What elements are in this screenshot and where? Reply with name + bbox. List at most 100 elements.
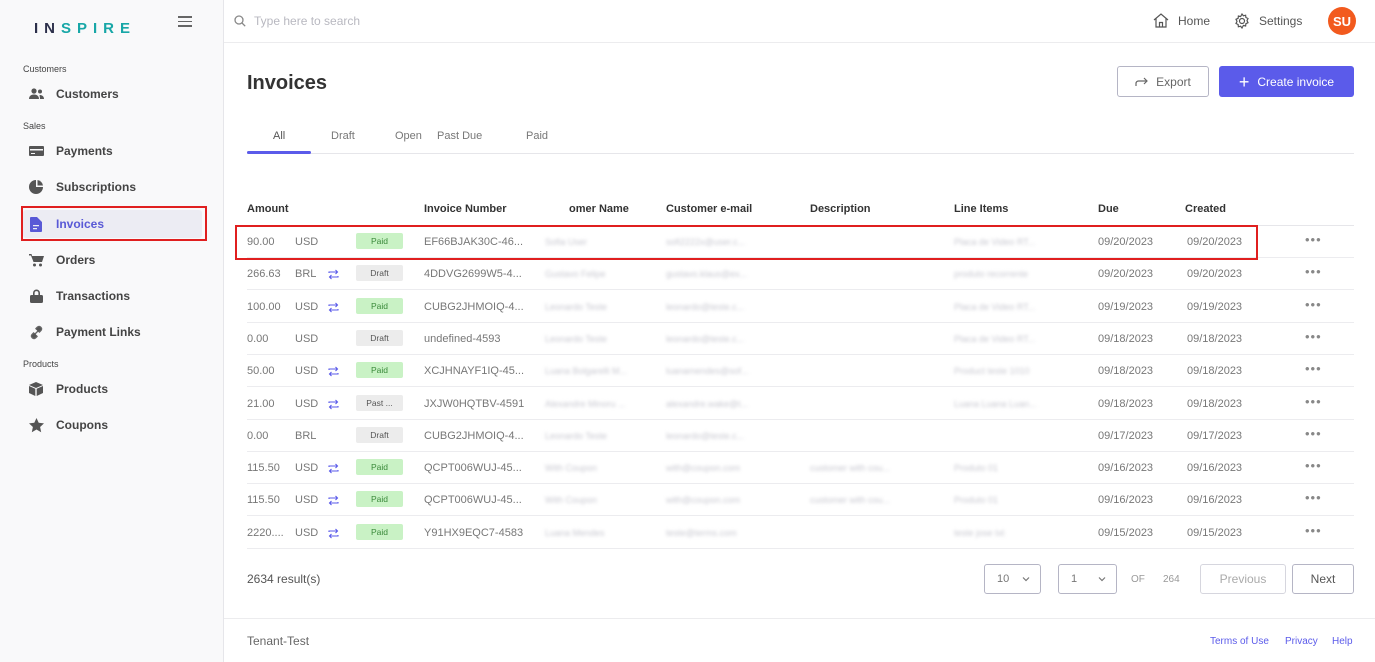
recurring-icon [328, 364, 339, 382]
search-input[interactable] [254, 11, 554, 31]
brand-logo[interactable]: INSPIRE [34, 20, 136, 37]
more-options-icon[interactable]: ••• [1305, 490, 1322, 505]
lock-icon [28, 288, 44, 304]
col-line-items[interactable]: Line Items [954, 203, 1008, 215]
status-badge: Paid [356, 459, 403, 476]
create-invoice-button[interactable]: + Create invoice [1219, 66, 1354, 97]
sidebar-item-payments[interactable]: Payments [23, 137, 202, 165]
results-count: 2634 result(s) [247, 572, 321, 586]
col-created[interactable]: Created [1185, 203, 1226, 215]
more-options-icon[interactable]: ••• [1305, 232, 1322, 247]
sidebar-item-label: Orders [56, 253, 96, 267]
privacy-link[interactable]: Privacy [1285, 636, 1318, 647]
col-customer-name[interactable]: omer Name [569, 203, 629, 215]
more-options-icon[interactable]: ••• [1305, 394, 1322, 409]
invoice-number-cell: Y91HX9EQC7-4583 [424, 526, 524, 539]
recurring-icon [328, 461, 339, 479]
card-icon [28, 143, 44, 159]
invoice-number-cell: JXJW0HQTBV-4591 [424, 397, 525, 410]
previous-button[interactable]: Previous [1200, 564, 1286, 594]
created-date-cell: 09/18/2023 [1187, 397, 1243, 410]
status-badge: Paid [356, 362, 403, 379]
tab-past-due[interactable]: Past Due [437, 130, 482, 142]
status-badge: Draft [356, 329, 403, 346]
pie-icon [28, 179, 44, 195]
more-options-icon[interactable]: ••• [1305, 523, 1322, 538]
currency-cell: BRL [295, 429, 317, 442]
col-customer-email[interactable]: Customer e-mail [666, 203, 752, 215]
avatar[interactable]: SU [1328, 7, 1356, 35]
home-link[interactable]: Home [1153, 13, 1210, 28]
tab-open[interactable]: Open [395, 130, 422, 142]
tab-draft[interactable]: Draft [331, 130, 355, 142]
customer-name-cell: Luana Bolgarelli M... [545, 366, 628, 377]
invoice-number-cell: CUBG2JHMOIQ-4... [424, 300, 524, 313]
sidebar-item-payment-links[interactable]: Payment Links [23, 318, 202, 346]
sidebar-item-label: Subscriptions [56, 180, 137, 194]
table-row[interactable]: 50.00 USD Paid XCJHNAYF1IQ-45... Luana Bolga… [247, 355, 1354, 388]
currency-cell: USD [295, 300, 319, 313]
customer-name-cell: Luana Mendes [545, 527, 605, 538]
invoice-number-cell: 4DDVG2699W5-4... [424, 268, 522, 281]
col-description[interactable]: Description [810, 203, 871, 215]
chevron-down-icon [1022, 577, 1030, 582]
sidebar-item-transactions[interactable]: Transactions [23, 282, 202, 310]
invoice-number-cell: XCJHNAYF1IQ-45... [424, 365, 525, 378]
total-pages: 264 [1163, 574, 1180, 585]
page-size-select[interactable]: 10 [984, 564, 1041, 594]
due-date-cell: 09/20/2023 [1098, 268, 1154, 281]
export-button[interactable]: Export [1117, 66, 1209, 97]
currency-cell: BRL [295, 268, 317, 281]
amount-cell: 100.00 [247, 300, 281, 313]
page-number-select[interactable]: 1 [1058, 564, 1117, 594]
cart-icon [28, 252, 44, 268]
table-row[interactable]: 115.50 USD Paid QCPT006WUJ-45... With Coupon… [247, 452, 1354, 485]
more-options-icon[interactable]: ••• [1305, 458, 1322, 473]
recurring-icon [328, 300, 339, 318]
line-items-cell: produto recorrente [954, 269, 1029, 280]
group-label-customers: Customers [23, 64, 67, 74]
amount-cell: 50.00 [247, 365, 275, 378]
recurring-icon [328, 267, 339, 285]
sidebar-item-coupons[interactable]: Coupons [23, 411, 202, 439]
due-date-cell: 09/18/2023 [1098, 332, 1154, 345]
col-invoice-number[interactable]: Invoice Number [424, 203, 507, 215]
more-options-icon[interactable]: ••• [1305, 264, 1322, 279]
col-due[interactable]: Due [1098, 203, 1119, 215]
col-amount[interactable]: Amount [247, 203, 289, 215]
plus-icon: + [1238, 71, 1250, 92]
tab-all[interactable]: All [273, 130, 285, 142]
invoice-number-cell: QCPT006WUJ-45... [424, 462, 522, 475]
sidebar-item-subscriptions[interactable]: Subscriptions [23, 173, 202, 201]
invoice-number-cell: QCPT006WUJ-45... [424, 494, 522, 507]
search-icon [234, 14, 246, 32]
sidebar-item-label: Customers [56, 87, 119, 101]
table-row[interactable]: 0.00 USD Draft undefined-4593 Leonardo Teste… [247, 323, 1354, 355]
customer-email-cell: leonardo@teste.c... [666, 333, 745, 344]
chevron-down-icon [1098, 577, 1106, 582]
table-row[interactable]: 21.00 USD Past ... JXJW0HQTBV-4591 Alexandre… [247, 388, 1354, 420]
settings-link[interactable]: Settings [1234, 13, 1302, 29]
table-row[interactable]: 266.63 BRL Draft 4DDVG2699W5-4... Gustavo Fe… [247, 258, 1354, 291]
help-link[interactable]: Help [1332, 636, 1353, 647]
sidebar-item-customers[interactable]: Customers [23, 80, 202, 108]
customer-name-cell: Leonardo Teste [545, 333, 607, 344]
sidebar-item-products[interactable]: Products [23, 375, 202, 403]
more-options-icon[interactable]: ••• [1305, 297, 1322, 312]
sidebar-item-orders[interactable]: Orders [23, 246, 202, 274]
tab-paid[interactable]: Paid [526, 130, 548, 142]
line-items-cell: Produto 01 [954, 495, 999, 506]
due-date-cell: 09/16/2023 [1098, 494, 1154, 507]
terms-link[interactable]: Terms of Use [1210, 636, 1269, 647]
table-row[interactable]: 100.00 USD Paid CUBG2JHMOIQ-4... Leonardo Te… [247, 291, 1354, 323]
table-row[interactable]: 2220.... USD Paid Y91HX9EQC7-4583 Luana Mend… [247, 517, 1354, 549]
table-row[interactable]: 115.50 USD Paid QCPT006WUJ-45... With Coupon… [247, 484, 1354, 517]
table-row[interactable]: 0.00 BRL Draft CUBG2JHMOIQ-4... Leonardo Tes… [247, 420, 1354, 452]
more-options-icon[interactable]: ••• [1305, 426, 1322, 441]
hamburger-menu-icon[interactable] [178, 13, 192, 27]
more-options-icon[interactable]: ••• [1305, 361, 1322, 376]
sidebar-item-label: Payment Links [56, 325, 141, 339]
next-button[interactable]: Next [1292, 564, 1354, 594]
customer-name-cell: With Coupon [545, 495, 598, 506]
more-options-icon[interactable]: ••• [1305, 329, 1322, 344]
